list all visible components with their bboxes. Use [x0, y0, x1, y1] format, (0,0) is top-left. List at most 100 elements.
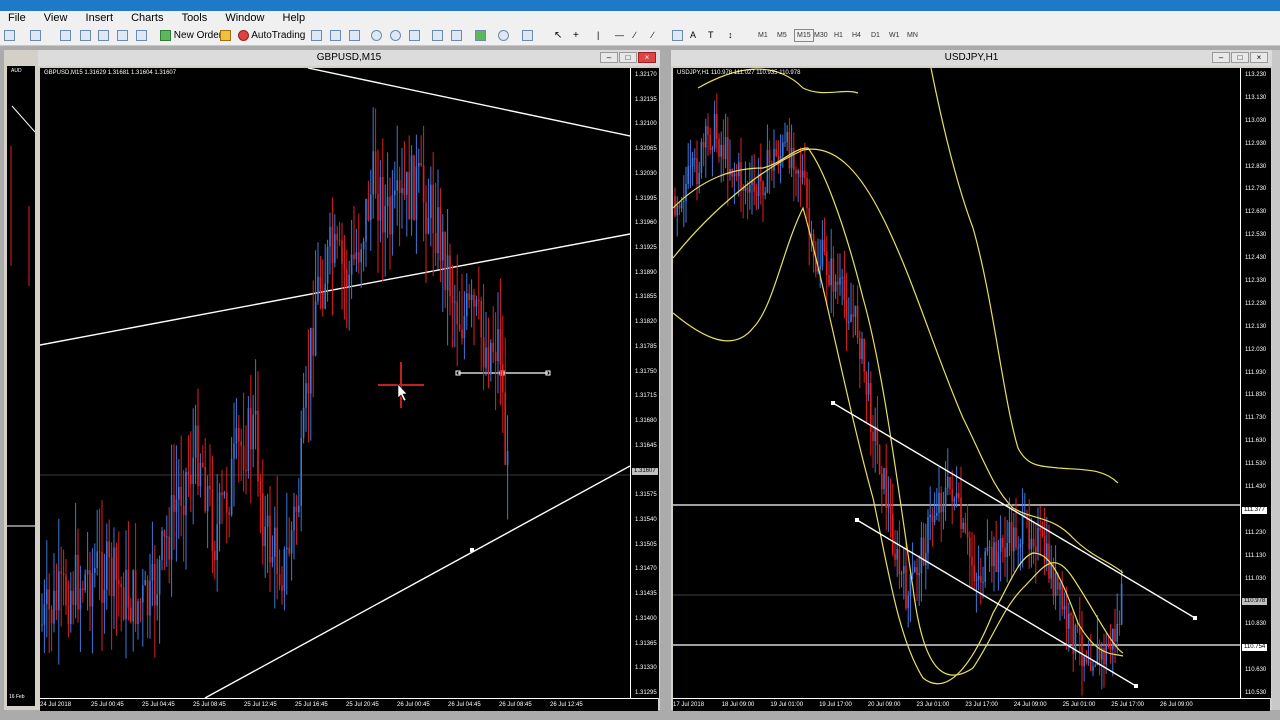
usdjpy-close-button[interactable]: ×	[1250, 52, 1268, 63]
text-tool-icon[interactable]: A	[690, 29, 701, 42]
chart-shift-icon[interactable]	[451, 29, 462, 42]
candle-body	[199, 462, 202, 487]
candle-body	[821, 239, 824, 266]
gbpusd-close-button[interactable]: ×	[638, 52, 656, 63]
timeframe-m30[interactable]: M30	[814, 29, 828, 42]
candle-body	[379, 177, 382, 221]
candle-body	[53, 590, 55, 624]
text-label-icon[interactable]: T	[708, 29, 719, 42]
timeframe-m15[interactable]: M15	[794, 29, 814, 42]
candle-body	[1105, 643, 1107, 665]
candle-body	[365, 198, 367, 242]
candle-body	[456, 301, 458, 325]
bar-chart-icon[interactable]	[311, 29, 322, 42]
timeframe-w1[interactable]: W1	[889, 29, 900, 42]
candle-body	[156, 594, 158, 606]
crosshair-icon[interactable]: +	[573, 29, 584, 42]
usdjpy-chart-window[interactable]: USDJPY,H1 – □ × USDJPY,H1 110.978 111.02…	[671, 50, 1272, 711]
candle-body	[360, 249, 362, 263]
vertical-line-icon[interactable]: |	[597, 29, 608, 42]
candle-body	[764, 192, 766, 196]
candle-body	[439, 207, 442, 261]
candle-body	[281, 585, 283, 591]
candle-body	[1112, 628, 1114, 650]
menu-help[interactable]: Help	[275, 11, 313, 26]
menu-view[interactable]: View	[36, 11, 75, 26]
timeframe-m1[interactable]: M1	[758, 29, 768, 42]
timeframe-m5[interactable]: M5	[777, 29, 787, 42]
zoom-in-icon[interactable]	[371, 29, 382, 42]
candle-body	[709, 134, 711, 150]
candle-body	[331, 226, 334, 263]
usdjpy-price-axis[interactable]: 113.230 113.130 113.030 112.930 112.830 112.7…	[1240, 68, 1271, 698]
usdjpy-time-axis[interactable]: 17 Jul 2018 18 Jul 09:00 19 Jul 01:00 19 Ju…	[673, 698, 1270, 711]
candle-body	[158, 559, 161, 595]
autotrading-button[interactable]: AutoTrading	[238, 29, 305, 42]
gbpusd-plot-area[interactable]: GBPUSD,M15 1.31629 1.31681 1.31604 1.316…	[40, 68, 630, 698]
line-chart-icon[interactable]	[349, 29, 360, 42]
price-axis-label: 112.430	[1245, 255, 1267, 262]
candle-body	[48, 589, 50, 610]
time-axis-label: 24 Jul 09:00	[1013, 702, 1047, 708]
tester-icon[interactable]	[136, 29, 147, 42]
candle-body	[933, 515, 936, 522]
templates-icon[interactable]	[522, 29, 533, 42]
profiles-icon[interactable]	[30, 29, 41, 42]
timeframe-h4[interactable]: H4	[852, 29, 861, 42]
gbpusd-minimize-button[interactable]: –	[600, 52, 618, 63]
timeframe-mn[interactable]: MN	[907, 29, 918, 42]
background-chart-window[interactable]: AUD 16 Feb	[4, 50, 38, 710]
gbpusd-time-axis[interactable]: 24 Jul 2018 25 Jul 00:45 25 Jul 04:45 25 Ju…	[40, 698, 658, 711]
candle-body	[310, 327, 312, 394]
usdjpy-window-title[interactable]: USDJPY,H1	[671, 50, 1272, 66]
gbpusd-maximize-button[interactable]: □	[619, 52, 637, 63]
timeframe-d1[interactable]: D1	[871, 29, 880, 42]
price-axis-label: 110.830	[1245, 621, 1267, 628]
market-watch-icon[interactable]	[60, 29, 71, 42]
navigator-icon[interactable]	[98, 29, 109, 42]
usdjpy-plot-area[interactable]: USDJPY,H1 110.978 111.027 110.935 110.97…	[673, 68, 1240, 698]
terminal-icon[interactable]	[117, 29, 128, 42]
cursor-icon[interactable]: ↖	[554, 29, 565, 42]
usdjpy-maximize-button[interactable]: □	[1231, 52, 1249, 63]
periods-icon[interactable]	[498, 29, 509, 42]
tile-windows-icon[interactable]	[409, 29, 420, 42]
candlestick-icon[interactable]	[330, 29, 341, 42]
candle-body	[252, 414, 254, 450]
candle-body	[137, 601, 139, 624]
arrows-icon[interactable]: ↕	[728, 29, 739, 42]
data-window-icon[interactable]	[80, 29, 91, 42]
indicators-icon[interactable]	[475, 29, 486, 42]
horizontal-line-icon[interactable]: —	[615, 29, 626, 42]
menu-insert[interactable]: Insert	[78, 11, 121, 26]
gbpusd-price-axis[interactable]: 1.32170 1.32135 1.32100 1.32065 1.32030 1.319…	[630, 68, 659, 698]
new-order-button[interactable]: New Order	[160, 29, 222, 42]
price-axis-label: 1.31505	[635, 541, 657, 548]
candle-body	[134, 570, 137, 624]
auto-scroll-icon[interactable]	[432, 29, 443, 42]
background-chart-area[interactable]: AUD 16 Feb	[7, 66, 35, 706]
candle-body	[120, 583, 122, 588]
price-axis-label: 1.31607	[632, 467, 658, 475]
fibonacci-icon[interactable]	[672, 29, 683, 42]
candle-body	[797, 170, 799, 174]
candle-body	[700, 141, 703, 174]
menu-file[interactable]: File	[0, 11, 33, 26]
candle-body	[377, 194, 379, 221]
workspace-scrollbar[interactable]	[1272, 50, 1280, 710]
channel-icon[interactable]: ∕	[652, 29, 663, 42]
gbpusd-window-title[interactable]: GBPUSD,M15	[38, 50, 660, 66]
trendline-icon[interactable]: ∕	[634, 29, 645, 42]
zoom-out-icon[interactable]	[390, 29, 401, 42]
metaeditor-icon[interactable]	[220, 29, 231, 42]
timeframe-h1[interactable]: H1	[834, 29, 843, 42]
menu-charts[interactable]: Charts	[123, 11, 170, 26]
candle-body	[749, 184, 751, 193]
menu-window[interactable]: Window	[217, 11, 271, 26]
gbpusd-chart-window[interactable]: GBPUSD,M15 – □ × GBPUSD,M15 1.31629 1.31…	[38, 50, 660, 711]
candle-body	[286, 547, 288, 550]
menu-tools[interactable]: Tools	[174, 11, 215, 26]
new-chart-icon[interactable]	[4, 29, 15, 42]
candle-body	[442, 231, 444, 261]
usdjpy-minimize-button[interactable]: –	[1212, 52, 1230, 63]
